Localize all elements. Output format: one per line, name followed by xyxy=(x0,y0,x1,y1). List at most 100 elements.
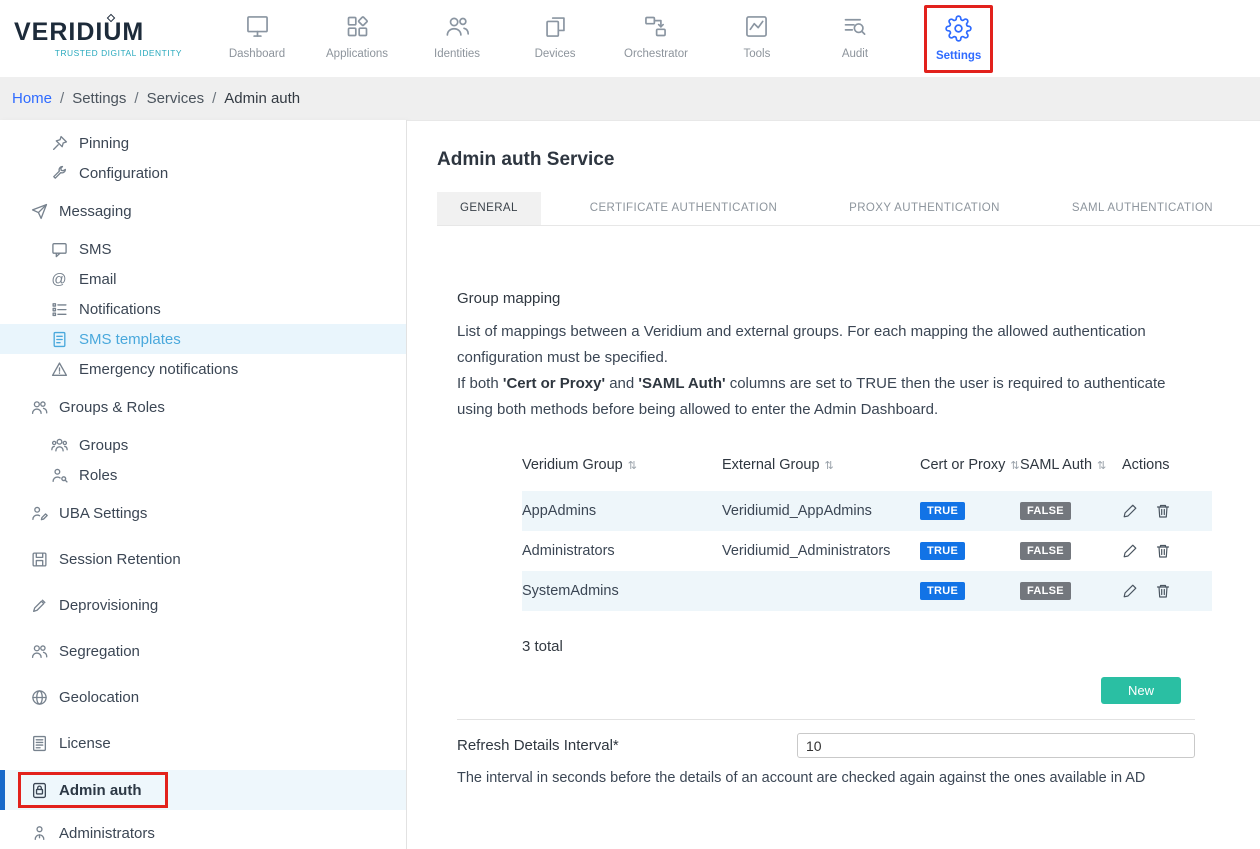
nav-label: Applications xyxy=(326,48,388,60)
sidebar-item-session-retention[interactable]: Session Retention xyxy=(0,544,406,574)
people-segregation-icon xyxy=(30,642,48,660)
sidebar-item-email[interactable]: @ Email xyxy=(0,264,406,294)
sidebar-item-uba-settings[interactable]: UBA Settings xyxy=(0,498,406,528)
sidebar-item-admin-auth[interactable]: Admin auth xyxy=(0,770,406,810)
sidebar-item-notifications[interactable]: Notifications xyxy=(0,294,406,324)
delete-trash-icon[interactable] xyxy=(1155,583,1171,599)
column-header-label: SAML Auth xyxy=(1020,457,1092,473)
column-header-label: External Group xyxy=(722,457,820,473)
sidebar-item-configuration[interactable]: Configuration xyxy=(0,158,406,188)
nav-item-devices[interactable]: Devices xyxy=(526,5,584,60)
sidebar-item-roles[interactable]: Roles xyxy=(0,460,406,490)
sidebar-item-deprovisioning[interactable]: Deprovisioning xyxy=(0,590,406,620)
column-header-cert-or-proxy[interactable]: Cert or Proxy⇅ xyxy=(920,457,1020,473)
license-document-icon xyxy=(30,734,48,752)
nav-item-identities[interactable]: Identities xyxy=(428,5,486,60)
sidebar-item-sms-templates[interactable]: SMS templates xyxy=(0,324,406,354)
refresh-interval-help-text: The interval in seconds before the detai… xyxy=(457,767,1195,789)
breadcrumb-home[interactable]: Home xyxy=(12,90,52,107)
tab-proxy-authentication[interactable]: PROXY AUTHENTICATION xyxy=(826,192,1023,225)
breadcrumb-separator: / xyxy=(60,90,64,107)
sidebar-item-label: UBA Settings xyxy=(59,505,147,522)
sidebar-item-messaging[interactable]: Messaging xyxy=(0,196,406,226)
refresh-details-row: Refresh Details Interval* xyxy=(457,733,1195,758)
cell-veridium-group: AppAdmins xyxy=(522,503,722,519)
breadcrumb-current: Admin auth xyxy=(224,90,300,107)
nav-item-dashboard[interactable]: Dashboard xyxy=(228,5,286,60)
settings-gear-icon xyxy=(945,15,972,42)
delete-trash-icon[interactable] xyxy=(1155,503,1171,519)
column-header-saml-auth[interactable]: SAML Auth⇅ xyxy=(1020,457,1122,473)
sidebar-item-sms[interactable]: SMS xyxy=(0,234,406,264)
group-icon xyxy=(50,436,68,454)
table-total-count: 3 total xyxy=(522,638,1195,655)
breadcrumb-services[interactable]: Services xyxy=(147,90,205,107)
sidebar-item-pinning[interactable]: Pinning xyxy=(0,128,406,158)
sidebar-item-label: Session Retention xyxy=(59,551,181,568)
sidebar-item-emergency-notifications[interactable]: Emergency notifications xyxy=(0,354,406,384)
edit-pencil-icon[interactable] xyxy=(1122,583,1138,599)
cell-actions xyxy=(1122,503,1212,519)
sidebar-item-geolocation[interactable]: Geolocation xyxy=(0,682,406,712)
cell-actions xyxy=(1122,583,1212,599)
cell-saml-auth: FALSE xyxy=(1020,582,1122,600)
wrench-icon xyxy=(50,164,68,182)
refresh-interval-input[interactable] xyxy=(797,733,1195,758)
sidebar-item-label: Admin auth xyxy=(59,782,142,799)
tab-certificate-authentication[interactable]: CERTIFICATE AUTHENTICATION xyxy=(567,192,800,225)
top-navigation: Dashboard Applications Identities Device… xyxy=(228,5,1023,73)
table-row: SystemAdmins TRUE FALSE xyxy=(522,571,1212,611)
cell-cert-or-proxy: TRUE xyxy=(920,582,1020,600)
new-button[interactable]: New xyxy=(1101,677,1181,704)
top-header: VERIDIUM TRUSTED DIGITAL IDENTITY Dashbo… xyxy=(0,0,1260,77)
column-header-label: Actions xyxy=(1122,457,1170,473)
pin-icon xyxy=(50,134,68,152)
nav-item-audit[interactable]: Audit xyxy=(826,5,884,60)
desc-text: If both xyxy=(457,375,503,392)
active-indicator-bar xyxy=(0,770,5,810)
sidebar-item-license[interactable]: License xyxy=(0,728,406,758)
administrator-person-icon xyxy=(30,824,48,842)
identities-icon xyxy=(444,13,471,40)
sort-icon: ⇅ xyxy=(1010,459,1019,472)
breadcrumb-separator: / xyxy=(134,90,138,107)
audit-icon xyxy=(841,13,868,40)
cell-actions xyxy=(1122,543,1212,559)
status-badge-true: TRUE xyxy=(920,502,965,520)
sidebar-item-groups-roles[interactable]: Groups & Roles xyxy=(0,392,406,422)
sidebar-item-label: Configuration xyxy=(79,165,168,182)
nav-item-orchestrator[interactable]: Orchestrator xyxy=(624,5,688,60)
nav-item-tools[interactable]: Tools xyxy=(728,5,786,60)
column-header-label: Veridium Group xyxy=(522,457,623,473)
cell-saml-auth: FALSE xyxy=(1020,542,1122,560)
nav-item-applications[interactable]: Applications xyxy=(326,5,388,60)
globe-icon xyxy=(30,688,48,706)
sidebar-item-segregation[interactable]: Segregation xyxy=(0,636,406,666)
logo-tagline: TRUSTED DIGITAL IDENTITY xyxy=(14,48,182,58)
sidebar-item-groups[interactable]: Groups xyxy=(0,430,406,460)
sidebar-item-label: Groups & Roles xyxy=(59,399,165,416)
breadcrumb-settings[interactable]: Settings xyxy=(72,90,126,107)
edit-pencil-icon[interactable] xyxy=(1122,543,1138,559)
dashboard-icon xyxy=(244,13,271,40)
broom-icon xyxy=(30,596,48,614)
description-line-1: List of mappings between a Veridium and … xyxy=(457,319,1195,371)
at-icon: @ xyxy=(50,270,68,288)
breadcrumb: Home / Settings / Services / Admin auth xyxy=(0,77,1260,120)
column-header-actions: Actions xyxy=(1122,457,1212,473)
section-divider xyxy=(457,719,1195,720)
column-header-external-group[interactable]: External Group⇅ xyxy=(722,457,920,473)
desc-text: and xyxy=(605,375,638,392)
nav-item-settings[interactable]: Settings xyxy=(924,5,993,73)
tab-saml-authentication[interactable]: SAML AUTHENTICATION xyxy=(1049,192,1236,225)
sort-icon: ⇅ xyxy=(628,459,637,472)
delete-trash-icon[interactable] xyxy=(1155,543,1171,559)
column-header-veridium-group[interactable]: Veridium Group ⇅ xyxy=(522,457,722,473)
page-title: Admin auth Service xyxy=(437,149,1260,171)
sidebar-item-administrators[interactable]: Administrators xyxy=(0,818,406,848)
tab-general[interactable]: GENERAL xyxy=(437,192,541,225)
sidebar-item-label: License xyxy=(59,735,111,752)
edit-pencil-icon[interactable] xyxy=(1122,503,1138,519)
table-header-row: Veridium Group⇅ External Group⇅ Cert or … xyxy=(522,457,1212,491)
tools-icon xyxy=(743,13,770,40)
